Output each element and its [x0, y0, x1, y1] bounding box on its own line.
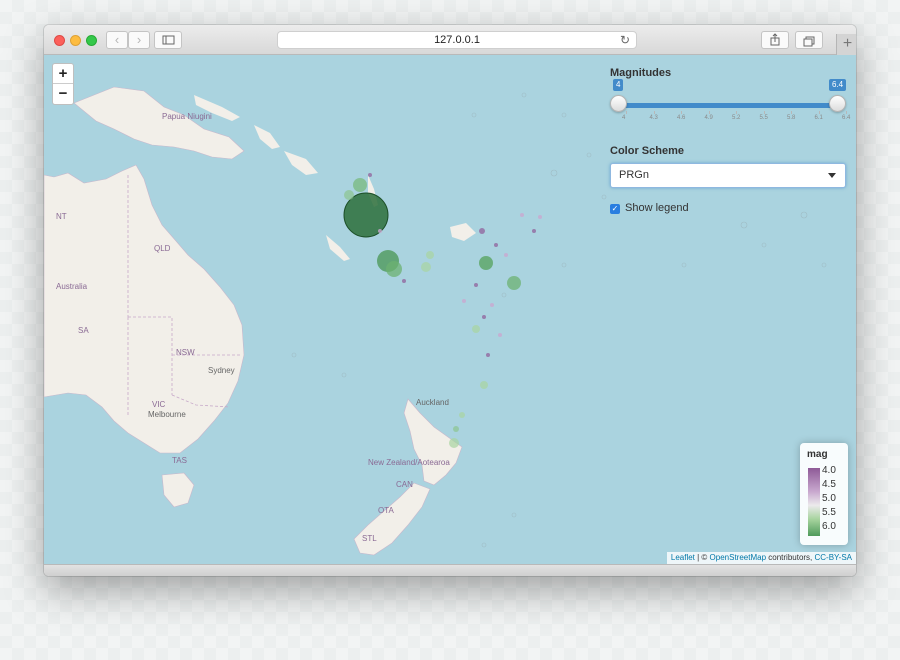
color-scheme-title: Color Scheme: [610, 145, 684, 157]
zoom-in-button[interactable]: +: [53, 64, 73, 84]
controls-panel: Magnitudes 4 6.4 4 4.3 4.6 4.9 5.2 5.5 5.8 6.1 6…: [610, 55, 850, 235]
map-legend: mag 4.0 4.5 5.0 5.5 6.0: [800, 443, 848, 545]
attribution-contributors: contributors,: [766, 553, 815, 562]
slider-tick-mark: [763, 111, 765, 114]
solomon-islands: [284, 151, 318, 175]
checkmark-icon: ✓: [611, 204, 619, 213]
slider-tick-label: 5.2: [732, 115, 741, 121]
color-scheme-select[interactable]: PRGn: [610, 163, 846, 188]
slider-tick-mark: [708, 111, 710, 114]
label-stl: STL: [362, 534, 377, 543]
magnitudes-title: Magnitudes: [610, 67, 672, 79]
color-scheme-value: PRGn: [619, 169, 649, 181]
chevron-down-icon: [828, 173, 836, 178]
slider-tick-label: 4.9: [704, 115, 713, 121]
slider-min-handle[interactable]: [610, 95, 627, 112]
maximize-window-button[interactable]: [86, 35, 97, 46]
slider-min-badge: 4: [613, 79, 624, 91]
osm-link[interactable]: OpenStreetMap: [710, 553, 766, 562]
label-sydney: Sydney: [208, 366, 235, 375]
minimize-window-button[interactable]: [70, 35, 81, 46]
new-tab-button[interactable]: +: [836, 34, 856, 55]
label-ota: OTA: [378, 506, 395, 515]
chevron-left-icon: ‹: [114, 32, 120, 47]
slider-tick-mark: [681, 111, 682, 114]
label-australia: Australia: [56, 282, 88, 291]
label-nz: New Zealand/Aotearoa: [368, 458, 450, 467]
browser-titlebar: ‹ › 127.0.0.1 ↻ +: [44, 25, 856, 55]
reload-icon[interactable]: ↻: [620, 32, 630, 48]
slider-max-handle[interactable]: [829, 95, 846, 112]
magnitude-slider-fill: [618, 103, 838, 108]
map-attribution: Leaflet | © OpenStreetMap contributors, …: [666, 552, 856, 564]
legend-label: 5.0: [822, 493, 836, 504]
url-bar[interactable]: 127.0.0.1 ↻: [277, 31, 637, 49]
browser-window: ‹ › 127.0.0.1 ↻ + Papua Niugini NT QLD A…: [44, 25, 856, 576]
legend-title: mag: [807, 449, 828, 460]
label-vic: VIC: [152, 400, 166, 409]
license-link[interactable]: CC-BY-SA: [815, 553, 853, 562]
sidebar-button[interactable]: [154, 31, 182, 49]
label-auckland: Auckland: [416, 398, 449, 407]
slider-tick-label: 4: [622, 115, 626, 121]
label-melbourne: Melbourne: [148, 410, 186, 419]
sidebar-icon: [162, 35, 175, 45]
papua-landmass: [73, 86, 245, 160]
leaflet-link[interactable]: Leaflet: [671, 553, 695, 562]
tabs-overview-button[interactable]: [795, 31, 823, 49]
show-legend-checkbox[interactable]: ✓: [610, 204, 620, 214]
label-sa: SA: [78, 326, 89, 335]
tabs-icon: [803, 36, 815, 47]
share-button[interactable]: [761, 31, 789, 49]
slider-tick-label: 6.1: [814, 115, 823, 121]
legend-label: 6.0: [822, 521, 836, 532]
show-legend-label[interactable]: Show legend: [625, 202, 689, 214]
legend-label: 4.5: [822, 479, 836, 490]
label-papua: Papua Niugini: [162, 112, 212, 121]
slider-tick-mark: [736, 111, 737, 114]
label-nt: NT: [56, 212, 67, 221]
url-text: 127.0.0.1: [434, 34, 480, 46]
bougainville-island: [254, 125, 280, 149]
australia-landmass: [44, 164, 245, 454]
attribution-separator: | ©: [694, 553, 710, 562]
slider-tick-mark: [653, 111, 655, 114]
label-qld: QLD: [154, 244, 171, 253]
legend-label: 5.5: [822, 507, 836, 518]
slider-tick-mark: [846, 111, 847, 114]
close-window-button[interactable]: [54, 35, 65, 46]
slider-tick-mark: [818, 111, 820, 114]
slider-tick-label: 5.5: [759, 115, 768, 121]
legend-color-bar: [808, 468, 820, 536]
back-button[interactable]: ‹: [106, 31, 128, 49]
chevron-right-icon: ›: [136, 32, 142, 47]
slider-tick-label: 6.4: [842, 115, 851, 121]
zoom-control: + −: [52, 63, 74, 105]
fiji-island: [450, 223, 476, 241]
magnitude-slider-track[interactable]: [618, 103, 838, 108]
legend-label: 4.0: [822, 465, 836, 476]
slider-tick-label: 4.6: [677, 115, 686, 121]
slider-tick-mark: [626, 111, 627, 114]
share-icon: [770, 33, 780, 46]
leaflet-map[interactable]: Papua Niugini NT QLD Australia SA NSW Sy…: [44, 55, 856, 564]
label-nsw: NSW: [176, 348, 195, 357]
browser-bottom-bar: [44, 564, 856, 576]
slider-max-badge: 6.4: [829, 79, 847, 91]
slider-tick-label: 5.8: [787, 115, 796, 121]
forward-button[interactable]: ›: [128, 31, 150, 49]
label-can: CAN: [396, 480, 413, 489]
nz-south-island: [353, 482, 431, 556]
slider-tick-mark: [791, 111, 792, 114]
new-caledonia-island: [326, 235, 350, 261]
tasmania-island: [161, 472, 195, 508]
label-tas: TAS: [172, 456, 187, 465]
zoom-out-button[interactable]: −: [53, 84, 73, 104]
slider-tick-label: 4.3: [649, 115, 658, 121]
